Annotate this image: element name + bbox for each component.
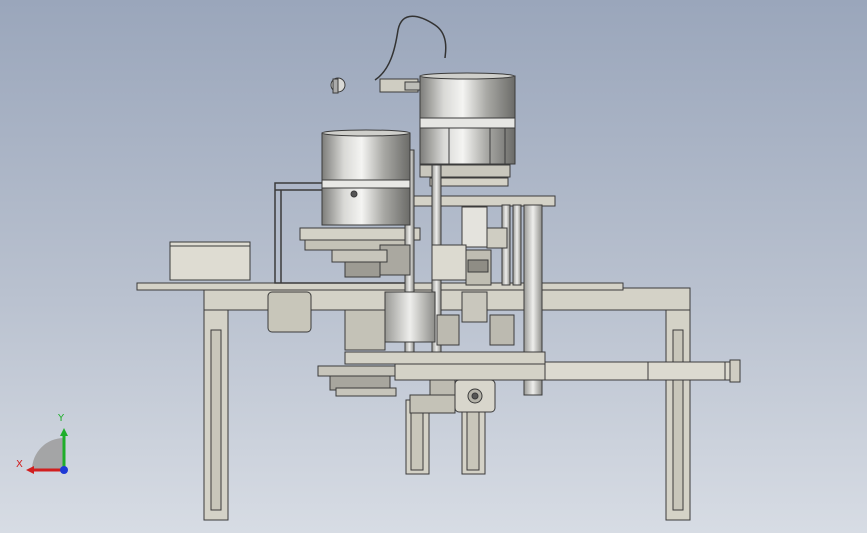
vibratory-bowl-right	[419, 72, 516, 165]
table-top	[136, 282, 624, 291]
horizontal-arm	[544, 359, 741, 383]
frame-leg-left	[203, 306, 229, 521]
cable-hose	[374, 15, 447, 81]
gearbox	[409, 379, 496, 414]
machine-assembly-model[interactable]	[0, 0, 867, 533]
platform-plate	[299, 227, 421, 241]
y-axis-label: Y	[58, 413, 65, 424]
junction-box	[267, 291, 312, 333]
x-axis-label: X	[16, 459, 23, 470]
axis-triad	[26, 428, 68, 474]
control-box	[169, 241, 251, 281]
frame-leg-right	[665, 306, 691, 521]
cad-viewport[interactable]: X Y	[0, 0, 867, 533]
vibratory-bowl-left	[321, 129, 411, 226]
